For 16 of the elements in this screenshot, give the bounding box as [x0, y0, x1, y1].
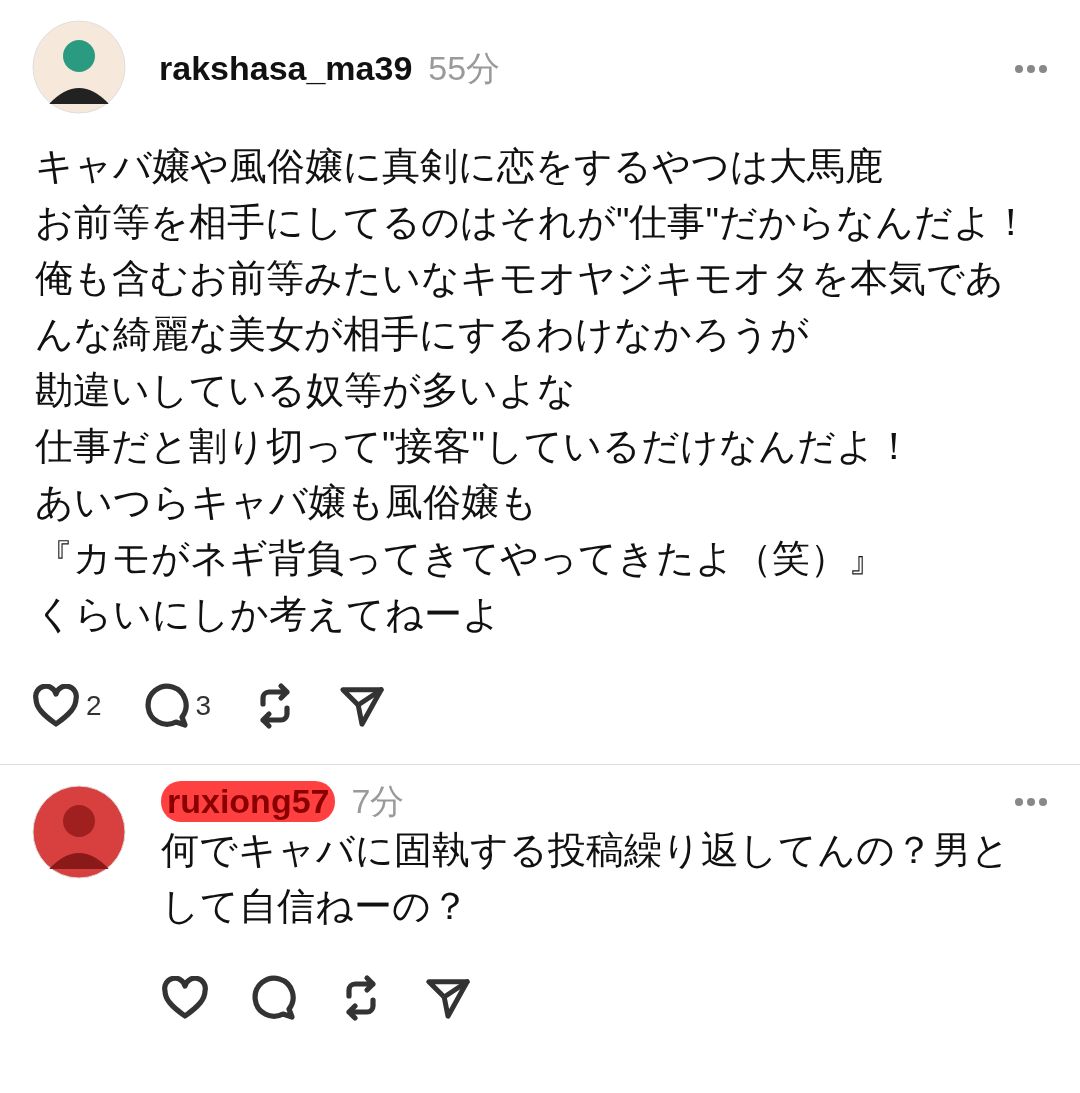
comment-button[interactable]: 3: [141, 683, 212, 729]
post-time: 7分: [351, 781, 405, 822]
reply-count: 3: [195, 689, 212, 723]
post-text: お前等を相手にしてるのはそれが"仕事"だからなんだよ！: [35, 200, 1031, 245]
post-time: 55分: [428, 48, 501, 89]
post-text: あいつらキャバ嬢も風俗嬢も: [35, 480, 539, 525]
post-text: 俺も含むお前等みたいなキモオヤジキモオタを本気であんな綺麗な美女が相手にするわけなかろうが: [35, 256, 1005, 357]
post-text: 何でキャバに固執する投稿繰り返してんの？男として自信ねーの？: [161, 827, 1011, 929]
username[interactable]: rakshasa_ma39: [159, 48, 413, 89]
heart-button[interactable]: 2: [32, 684, 102, 728]
post-text: 仕事だと割り切って"接客"しているだけなんだよ！: [35, 424, 914, 469]
post-text: 勘違いしている奴等が多いよな: [35, 368, 577, 413]
post-text: キャバ嬢や風俗嬢に真剣に恋をするやつは大馬鹿: [35, 144, 884, 189]
like-count: 2: [86, 689, 102, 723]
post-text: くらいにしか考えてねーよ: [35, 592, 502, 637]
post-text: 『カモがネギ背負ってきてやってきたよ（笑）』: [35, 536, 887, 581]
